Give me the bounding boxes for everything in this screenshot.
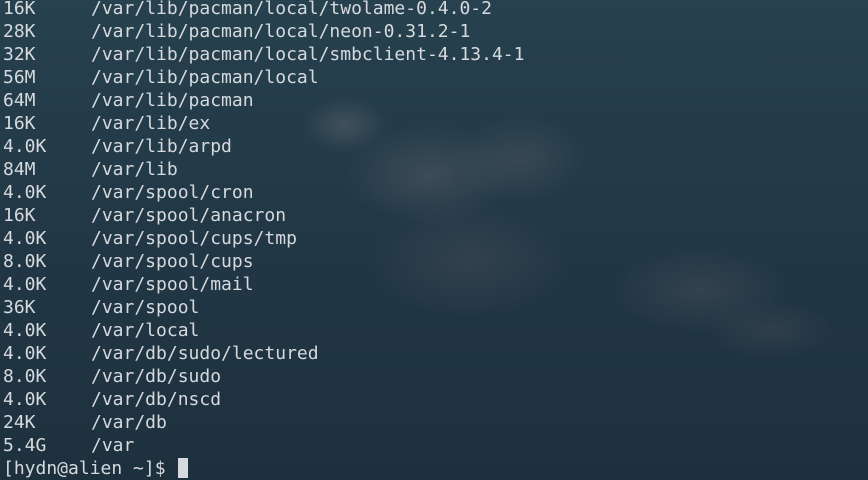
du-path: /var/lib/arpd [91,136,232,157]
du-size: 16K [3,113,36,134]
du-size: 4.0K [3,274,47,295]
du-path: /var/db/nscd [91,389,222,410]
du-size: 8.0K [3,251,47,272]
du-path: /var [91,435,135,456]
shell-prompt: [hydn@alien ~]$ [3,458,177,479]
du-path: /var/lib/pacman [91,90,254,111]
du-path: /var/spool [91,297,200,318]
du-path: /var/lib [91,159,178,180]
output-line: 56M/var/lib/pacman/local [3,66,524,89]
du-size: 4.0K [3,182,47,203]
output-line: 16K/var/lib/pacman/local/twolame-0.4.0-2 [3,0,524,20]
output-line: 4.0K/var/local [3,319,524,342]
du-path: /var/lib/ex [91,113,211,134]
output-line: 16K/var/spool/anacron [3,204,524,227]
output-line: 8.0K/var/spool/cups [3,250,524,273]
shell-prompt-line[interactable]: [hydn@alien ~]$ [3,457,524,480]
output-line: 36K/var/spool [3,296,524,319]
du-path: /var/local [91,320,200,341]
du-size: 24K [3,412,36,433]
text-cursor[interactable] [178,458,189,478]
output-line: 32K/var/lib/pacman/local/smbclient-4.13.… [3,43,524,66]
output-line: 4.0K/var/db/sudo/lectured [3,342,524,365]
du-path: /var/lib/pacman/local/neon-0.31.2-1 [91,21,471,42]
du-size: 36K [3,297,36,318]
du-path: /var/lib/pacman/local [91,67,319,88]
output-line: 8.0K/var/db/sudo [3,365,524,388]
du-size: 32K [3,44,36,65]
du-size: 56M [3,67,36,88]
du-path: /var/db [91,412,167,433]
terminal-window[interactable]: 16K/var/lib/pacman/local/twolame-0.4.0-2… [0,0,868,480]
output-line: 64M/var/lib/pacman [3,89,524,112]
du-size: 16K [3,205,36,226]
output-line: 4.0K/var/db/nscd [3,388,524,411]
output-line: 4.0K/var/spool/cups/tmp [3,227,524,250]
du-size: 4.0K [3,320,47,341]
output-line: 4.0K/var/spool/mail [3,273,524,296]
du-size: 16K [3,0,36,19]
du-size: 4.0K [3,136,47,157]
output-line: 4.0K/var/spool/cron [3,181,524,204]
du-path: /var/spool/cups/tmp [91,228,297,249]
du-size: 64M [3,90,36,111]
du-path: /var/spool/mail [91,274,254,295]
du-size: 8.0K [3,366,47,387]
terminal-output: 16K/var/lib/pacman/local/twolame-0.4.0-2… [3,0,524,480]
du-path: /var/lib/pacman/local/smbclient-4.13.4-1 [91,44,525,65]
du-path: /var/db/sudo/lectured [91,343,319,364]
du-path: /var/db/sudo [91,366,222,387]
du-path: /var/spool/anacron [91,205,287,226]
du-path: /var/spool/cups [91,251,254,272]
du-path: /var/lib/pacman/local/twolame-0.4.0-2 [91,0,492,19]
du-size: 5.4G [3,435,47,456]
output-line: 4.0K/var/lib/arpd [3,135,524,158]
du-size: 84M [3,159,36,180]
output-line: 24K/var/db [3,411,524,434]
du-size: 4.0K [3,343,47,364]
du-size: 28K [3,21,36,42]
du-path: /var/spool/cron [91,182,254,203]
output-line: 16K/var/lib/ex [3,112,524,135]
output-line: 84M/var/lib [3,158,524,181]
du-size: 4.0K [3,389,47,410]
output-line: 28K/var/lib/pacman/local/neon-0.31.2-1 [3,20,524,43]
du-size: 4.0K [3,228,47,249]
output-line: 5.4G/var [3,434,524,457]
